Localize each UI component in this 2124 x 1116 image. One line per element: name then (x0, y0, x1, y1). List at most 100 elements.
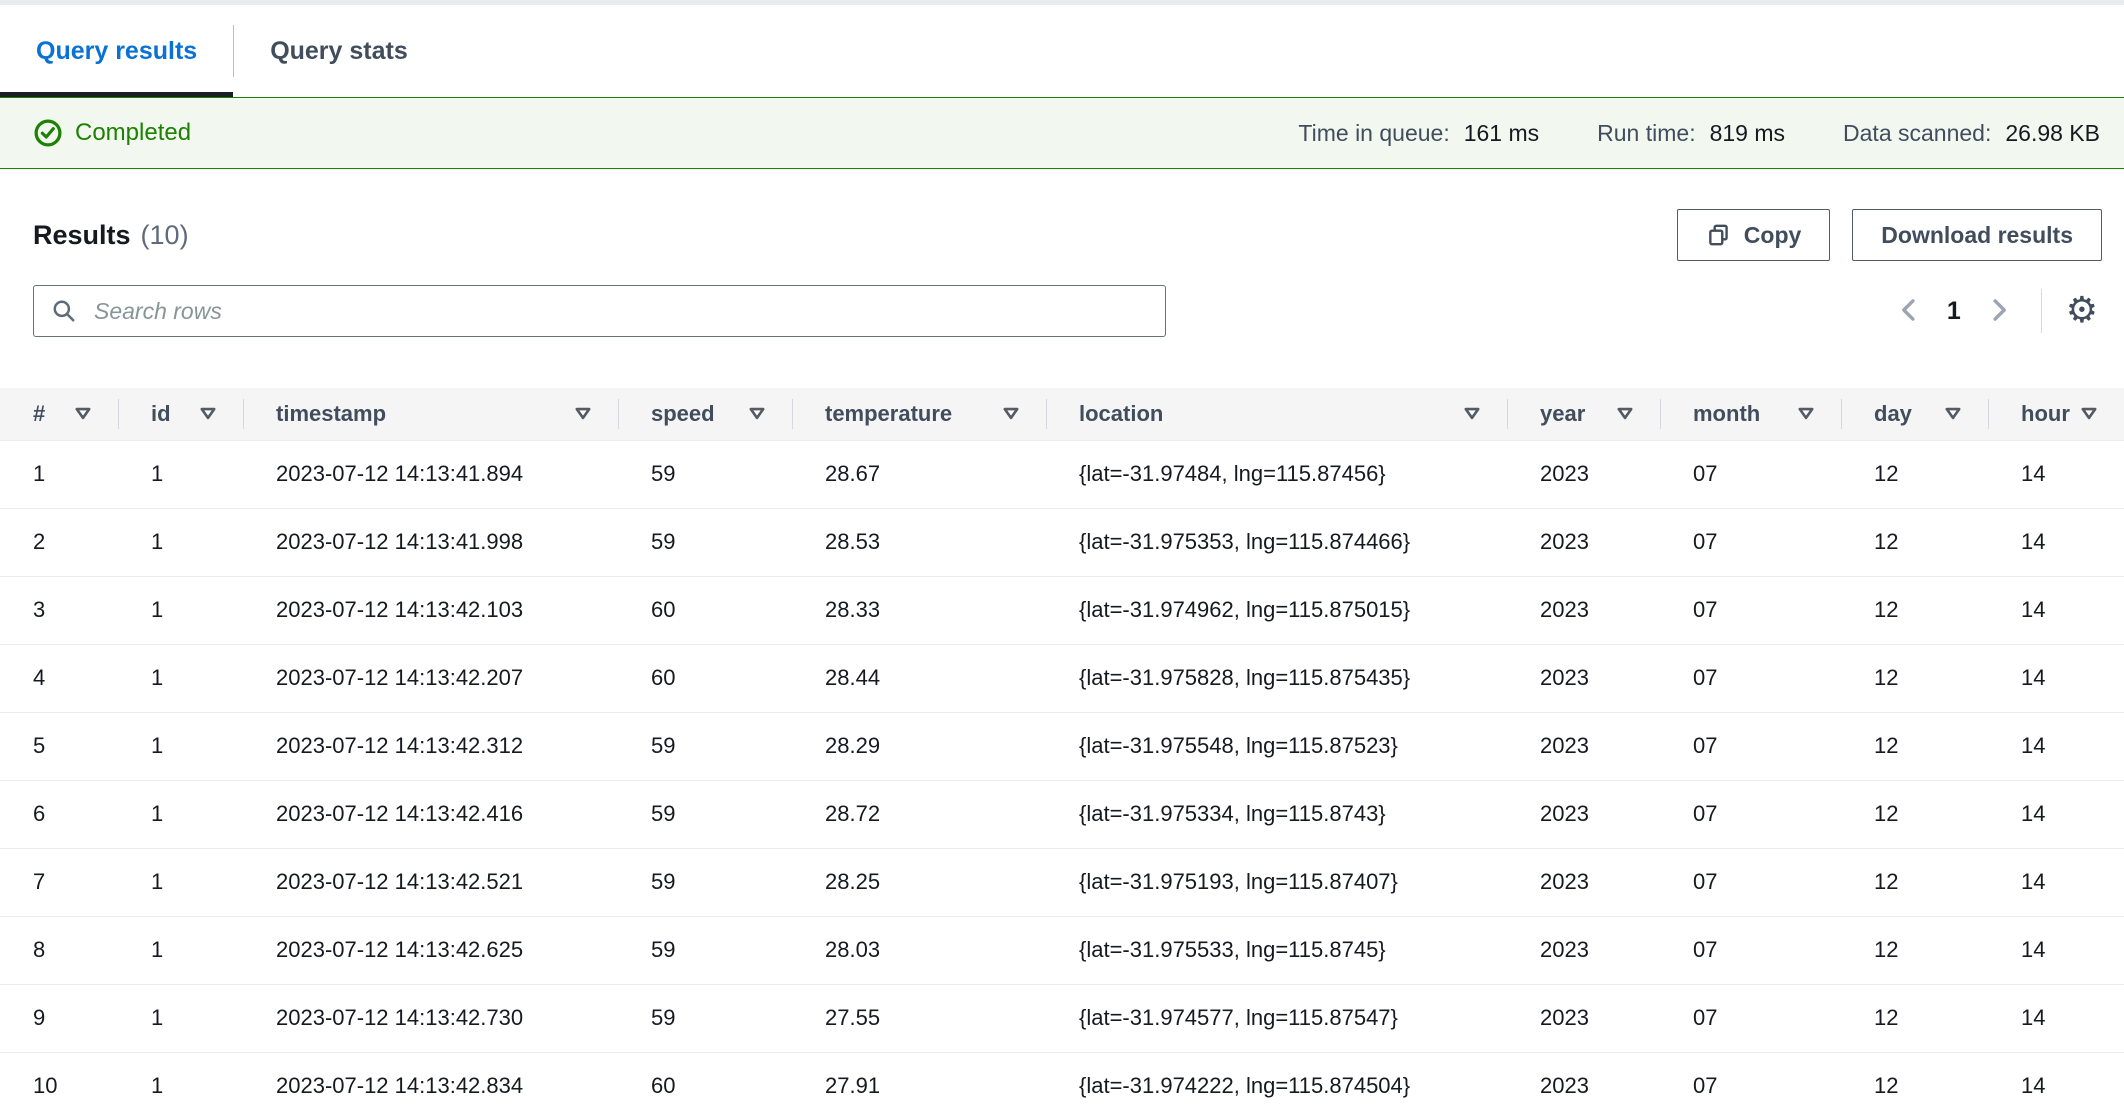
triangle-down-icon[interactable] (1002, 406, 1020, 421)
column-label: hour (2021, 401, 2070, 427)
results-title: Results (10) (33, 220, 189, 251)
column-header-month[interactable]: month (1660, 388, 1841, 440)
next-page-button[interactable] (1981, 291, 2017, 332)
cell-day: 12 (1841, 1052, 1988, 1116)
column-label: year (1540, 401, 1585, 427)
cell-speed: 59 (618, 780, 792, 848)
column-header-index[interactable]: # (0, 388, 118, 440)
column-label: day (1874, 401, 1912, 427)
cell-day: 12 (1841, 576, 1988, 644)
cell-speed: 59 (618, 440, 792, 508)
cell-day: 12 (1841, 916, 1988, 984)
triangle-down-icon[interactable] (2080, 406, 2098, 421)
cell-location: {lat=-31.974222, lng=115.874504} (1046, 1052, 1507, 1116)
cell-day: 12 (1841, 984, 1988, 1052)
cell-year: 2023 (1507, 984, 1660, 1052)
cell-year: 2023 (1507, 916, 1660, 984)
cell-id: 1 (118, 440, 243, 508)
triangle-down-icon[interactable] (574, 406, 592, 421)
query-metrics: Time in queue: 161 ms Run time: 819 ms D… (1298, 120, 2100, 147)
cell-year: 2023 (1507, 508, 1660, 576)
cell-year: 2023 (1507, 780, 1660, 848)
table-row[interactable]: 712023-07-12 14:13:42.5215928.25{lat=-31… (0, 848, 2124, 916)
column-header-speed[interactable]: speed (618, 388, 792, 440)
cell-index: 1 (0, 440, 118, 508)
table-row[interactable]: 1012023-07-12 14:13:42.8346027.91{lat=-3… (0, 1052, 2124, 1116)
table-row[interactable]: 512023-07-12 14:13:42.3125928.29{lat=-31… (0, 712, 2124, 780)
table-row[interactable]: 812023-07-12 14:13:42.6255928.03{lat=-31… (0, 916, 2124, 984)
chevron-left-icon (1897, 297, 1921, 326)
cell-hour: 14 (1988, 440, 2124, 508)
search-input[interactable] (33, 285, 1166, 337)
cell-hour: 14 (1988, 984, 2124, 1052)
triangle-down-icon[interactable] (1797, 406, 1815, 421)
column-header-timestamp[interactable]: timestamp (243, 388, 618, 440)
table-toolbar: 1 ⚙ (0, 285, 2124, 337)
triangle-down-icon[interactable] (1616, 406, 1634, 421)
column-header-location[interactable]: location (1046, 388, 1507, 440)
previous-page-button[interactable] (1891, 291, 1927, 332)
cell-timestamp: 2023-07-12 14:13:41.894 (243, 440, 618, 508)
cell-location: {lat=-31.975353, lng=115.874466} (1046, 508, 1507, 576)
triangle-down-icon[interactable] (1944, 406, 1962, 421)
cell-hour: 14 (1988, 712, 2124, 780)
table-row[interactable]: 912023-07-12 14:13:42.7305927.55{lat=-31… (0, 984, 2124, 1052)
tab-query-stats-label: Query stats (270, 37, 408, 66)
cell-month: 07 (1660, 440, 1841, 508)
triangle-down-icon[interactable] (74, 406, 92, 421)
cell-year: 2023 (1507, 712, 1660, 780)
cell-location: {lat=-31.975533, lng=115.8745} (1046, 916, 1507, 984)
column-header-day[interactable]: day (1841, 388, 1988, 440)
triangle-down-icon[interactable] (1463, 406, 1481, 421)
metric-value: 819 ms (1710, 120, 1785, 147)
tab-query-stats[interactable]: Query stats (234, 5, 444, 97)
table-row[interactable]: 112023-07-12 14:13:41.8945928.67{lat=-31… (0, 440, 2124, 508)
status-banner: Completed Time in queue: 161 ms Run time… (0, 97, 2124, 169)
cell-hour: 14 (1988, 916, 2124, 984)
column-header-id[interactable]: id (118, 388, 243, 440)
column-label: id (151, 401, 171, 427)
gear-icon: ⚙ (2066, 293, 2098, 329)
download-results-button[interactable]: Download results (1852, 209, 2102, 261)
tab-query-results-label: Query results (36, 37, 197, 66)
table-header: # id timestamp (0, 388, 2124, 440)
cell-index: 9 (0, 984, 118, 1052)
cell-timestamp: 2023-07-12 14:13:42.312 (243, 712, 618, 780)
preferences-button[interactable]: ⚙ (2062, 289, 2102, 333)
results-count: (10) (141, 220, 189, 251)
cell-speed: 59 (618, 916, 792, 984)
cell-month: 07 (1660, 712, 1841, 780)
table-row[interactable]: 312023-07-12 14:13:42.1036028.33{lat=-31… (0, 576, 2124, 644)
column-header-hour[interactable]: hour (1988, 388, 2124, 440)
cell-index: 3 (0, 576, 118, 644)
triangle-down-icon[interactable] (748, 406, 766, 421)
metric-label: Run time: (1597, 120, 1695, 147)
cell-temperature: 28.29 (792, 712, 1046, 780)
cell-location: {lat=-31.974962, lng=115.875015} (1046, 576, 1507, 644)
cell-index: 6 (0, 780, 118, 848)
cell-index: 2 (0, 508, 118, 576)
results-actions: Copy Download results (1677, 209, 2102, 261)
cell-temperature: 28.67 (792, 440, 1046, 508)
copy-button[interactable]: Copy (1677, 209, 1831, 261)
cell-hour: 14 (1988, 1052, 2124, 1116)
cell-year: 2023 (1507, 440, 1660, 508)
cell-month: 07 (1660, 848, 1841, 916)
cell-year: 2023 (1507, 848, 1660, 916)
column-header-year[interactable]: year (1507, 388, 1660, 440)
current-page[interactable]: 1 (1947, 297, 1961, 326)
cell-index: 7 (0, 848, 118, 916)
table-row[interactable]: 612023-07-12 14:13:42.4165928.72{lat=-31… (0, 780, 2124, 848)
column-header-temperature[interactable]: temperature (792, 388, 1046, 440)
copy-icon (1706, 222, 1732, 248)
table-row[interactable]: 212023-07-12 14:13:41.9985928.53{lat=-31… (0, 508, 2124, 576)
cell-temperature: 28.44 (792, 644, 1046, 712)
table-row[interactable]: 412023-07-12 14:13:42.2076028.44{lat=-31… (0, 644, 2124, 712)
cell-location: {lat=-31.975193, lng=115.87407} (1046, 848, 1507, 916)
cell-timestamp: 2023-07-12 14:13:42.207 (243, 644, 618, 712)
column-label: month (1693, 401, 1760, 427)
cell-id: 1 (118, 984, 243, 1052)
triangle-down-icon[interactable] (199, 406, 217, 421)
cell-speed: 60 (618, 576, 792, 644)
tab-query-results[interactable]: Query results (0, 5, 233, 97)
